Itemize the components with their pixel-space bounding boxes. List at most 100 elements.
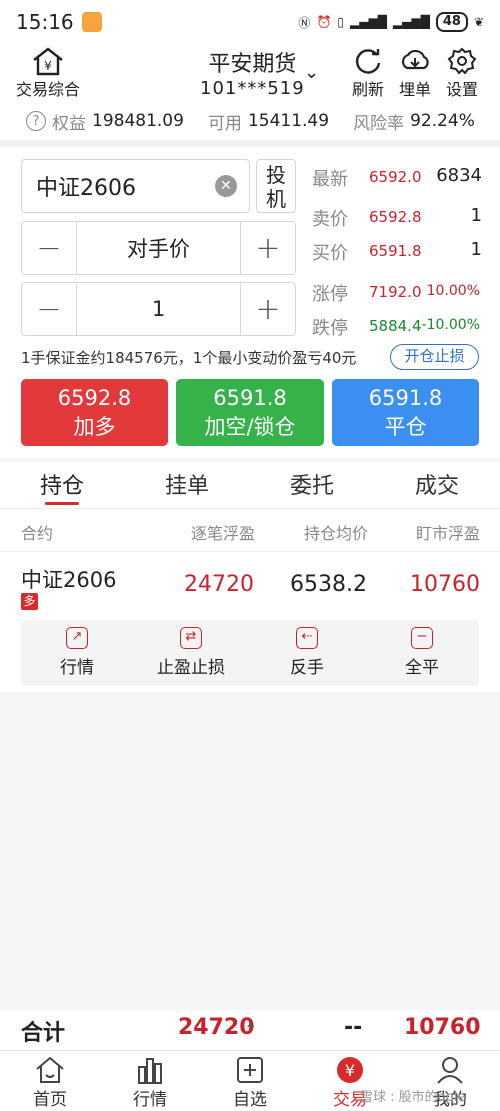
collapse-up-icon[interactable]: ⌃ [244,1020,257,1039]
col-float-pl: 逐笔浮盈 [191,524,256,543]
signal-icon: ▂▄▆█ [350,15,387,29]
price-stepper: − 对手价 + [21,221,296,275]
quote-percent: -10.00% [421,317,480,333]
risk-label: 风险率 [353,113,405,134]
alarm-icon: ⏰ [316,15,332,29]
quantity-plus-button[interactable]: + [241,283,295,335]
close-all-button[interactable]: − 全平 [376,627,468,678]
cloud-icon [401,49,429,70]
take-profit-stop-loss-button[interactable]: ⇄ 止盈止损 [145,627,237,678]
trade-overview-label: 交易综合 [16,80,81,99]
reverse-button[interactable]: ⇠ 反手 [261,627,353,678]
quote-action-button[interactable]: ↗ 行情 [31,627,123,678]
buy-label: 加多 [73,415,116,439]
nav-market[interactable]: 行情 [110,1055,190,1110]
total-avg-price: -- [344,1015,363,1040]
refresh-label: 刷新 [351,80,384,99]
row-symbol: 中证2606 [21,568,117,592]
trade-overview-button[interactable]: ¥ 交易综合 [16,46,80,100]
account-selector[interactable]: 平安期货 101***519 ⌄ [200,46,319,99]
bar-chart-icon [138,1058,162,1084]
long-badge: 多 [21,593,38,610]
equity-label: 权益 [52,113,86,134]
watermark: 雪球 : 股市的ople [360,1090,466,1105]
tab-pending[interactable]: 挂单 [147,468,227,500]
chevron-down-icon: ⌄ [304,62,320,83]
buy-long-button[interactable]: 6592.8 加多 [21,379,168,446]
tab-positions[interactable]: 持仓 [22,468,102,500]
tab-trades[interactable]: 成交 [397,468,477,500]
speculation-toggle[interactable]: 投机 [256,159,296,213]
position-tabs: 持仓 挂单 委托 成交 [0,462,500,508]
nav-home[interactable]: 首页 [10,1055,90,1110]
row-mtm-pl: 10760 [410,572,480,597]
nav-label: 行情 [133,1090,167,1110]
help-icon[interactable]: ? [26,111,46,131]
col-mtm-pl: 盯市浮盈 [416,524,481,543]
sell-short-button[interactable]: 6591.8 加空/锁仓 [176,379,324,446]
leaf-icon: ❦ [473,15,484,29]
svg-text:¥: ¥ [345,1061,355,1080]
quote-label: 最新 [312,169,348,190]
quantity-minus-button[interactable]: − [22,283,76,335]
quote-label: 跌停 [312,318,348,339]
nav-watchlist[interactable]: 自选 [210,1055,290,1110]
risk-value: 92.24% [410,111,475,131]
available-value: 15411.49 [247,111,330,131]
price-minus-button[interactable]: − [22,222,76,274]
buy-price: 6592.8 [57,386,132,410]
quote-price: 6592.8 [369,208,422,226]
close-price: 6591.8 [368,386,443,410]
status-time: 15:16 [16,10,74,34]
price-plus-button[interactable]: + [241,222,295,274]
quote-price: 7192.0 [369,283,422,301]
row-avg-price: 6538.2 [290,572,367,597]
quote-label: 买价 [312,243,348,264]
open-stop-loss-button[interactable]: 开仓止损 [390,344,479,370]
action-label: 行情 [60,658,94,678]
trading-screen: 15:16 Ⓝ ⏰ ▯ ▂▄▆█ ▂▄▆█ 48 ❦ ¥ 交易综合 平安期货 1… [0,0,500,1111]
quote-volume: 6834 [436,165,482,186]
settings-button[interactable]: 设置 [432,46,492,100]
quote-price: 6592.0 [369,168,422,186]
status-bar: 15:16 Ⓝ ⏰ ▯ ▂▄▆█ ▂▄▆█ 48 ❦ [0,0,500,44]
clear-icon[interactable]: ✕ [215,175,237,197]
app-notification-icon [81,12,102,32]
row-float-pl: 24720 [184,572,254,597]
available-label: 可用 [207,113,242,134]
add-box-icon [237,1057,263,1083]
close-position-button[interactable]: 6591.8 平仓 [332,379,479,446]
quote-size: 1 [470,205,482,226]
empty-area [0,692,500,1010]
gear-icon [447,47,477,75]
nav-label: 自选 [233,1090,267,1110]
quote-limit-down: 跌停 5884.4 -10.00% [312,314,482,344]
quote-latest: 最新 6592.0 6834 [312,165,482,195]
quantity-field[interactable]: 1 [76,283,241,335]
user-icon [437,1057,463,1084]
quote-percent: 10.00% [426,283,480,299]
cloud-order-label: 埋单 [398,80,431,99]
order-panel: 中证2606 ✕ 投机 − 对手价 + − 1 + 最新 6592.0 6834… [0,148,500,458]
action-label: 反手 [290,658,324,678]
action-label: 止盈止损 [157,658,225,678]
col-contract: 合约 [21,524,54,543]
col-avg-price: 持仓均价 [304,524,369,543]
signal-icon-2: ▂▄▆█ [392,15,430,29]
yen-coin-icon: ¥ [337,1057,363,1083]
tab-orders[interactable]: 委托 [272,468,352,500]
minus-icon: − [411,627,433,649]
table-row[interactable]: 中证2606 多 24720 6538.2 10760 ↗ 行情 ⇄ 止盈止损 … [0,552,500,692]
broker-name: 平安期货 [208,52,297,77]
symbol-input[interactable]: 中证2606 ✕ [21,159,250,213]
row-actions: ↗ 行情 ⇄ 止盈止损 ⇠ 反手 − 全平 [21,620,479,686]
quote-size: 1 [470,239,482,260]
equity-value: 198481.09 [92,111,184,131]
reverse-icon: ⇠ [296,627,318,649]
sell-price: 6591.8 [213,386,287,410]
exchange-icon: ⇄ [180,627,202,649]
quote-ask: 卖价 6592.8 1 [312,205,482,235]
quote-bid: 买价 6591.8 1 [312,239,482,269]
battery-icon: 48 [435,12,468,32]
price-mode-field[interactable]: 对手价 [76,222,241,274]
